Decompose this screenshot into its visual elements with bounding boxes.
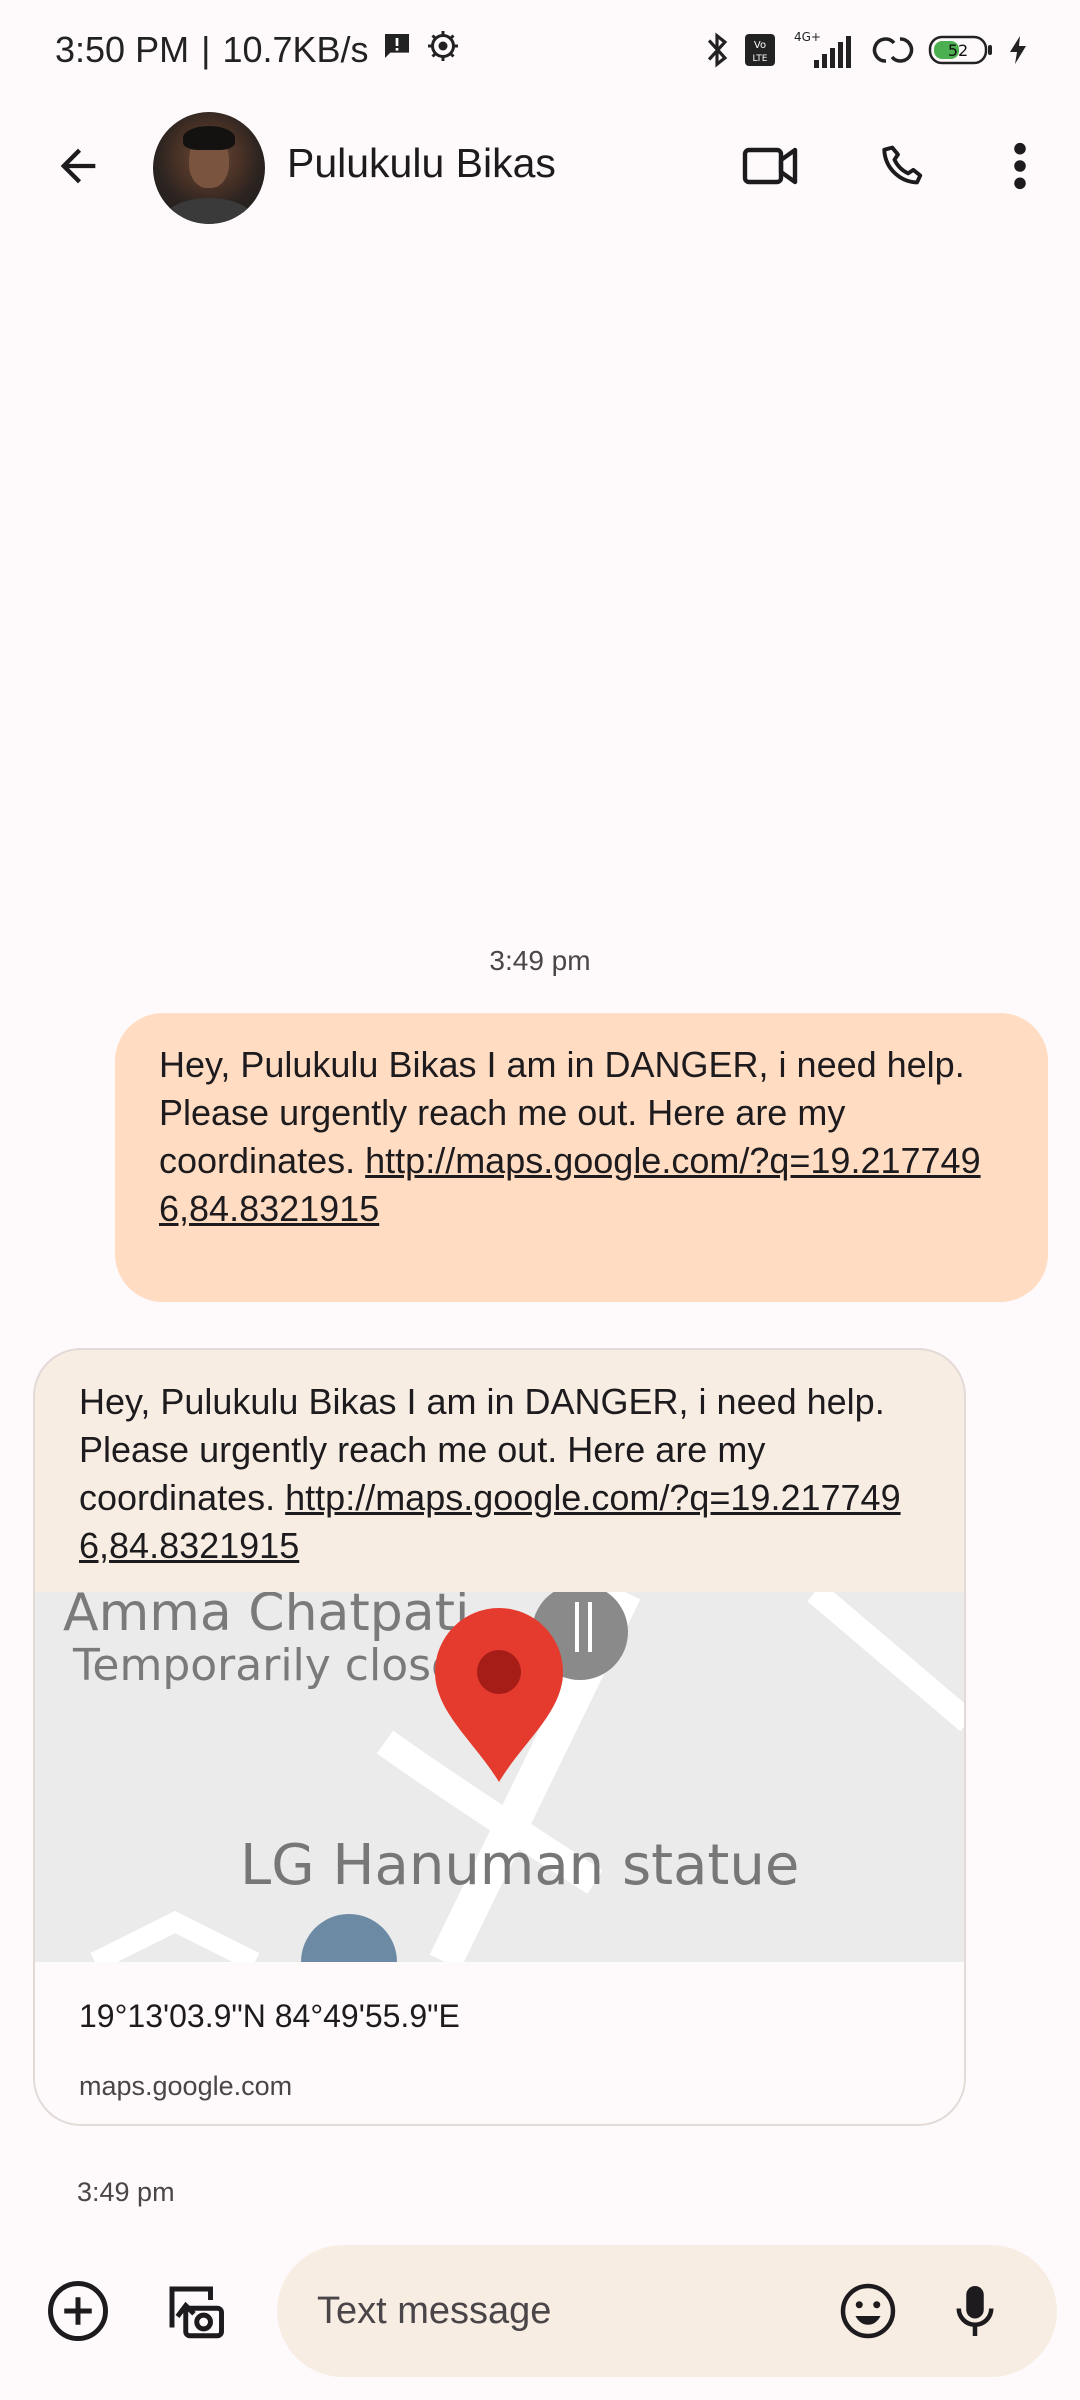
incoming-message-body: Hey, Pulukulu Bikas I am in DANGER, i ne… [35,1350,964,1592]
charging-icon [1008,34,1028,66]
status-time: 3:50 PM [55,29,190,70]
avatar[interactable] [153,112,265,224]
svg-text:LTE: LTE [753,54,768,64]
status-left: 3:50 PM | 10.7KB/s [55,28,461,73]
voice-input-button[interactable] [939,2275,1011,2347]
settings-notification-icon [425,28,461,73]
video-call-button[interactable] [735,130,807,202]
video-camera-icon [742,147,798,185]
phone-icon [882,145,923,185]
network-type-label: 4G+ [794,30,821,44]
contact-name[interactable]: Pulukulu Bikas [287,140,556,187]
map-place-2: LG Hanuman statue [240,1833,799,1898]
text-message-input[interactable] [317,2285,817,2337]
bluetooth-icon [704,31,730,69]
add-attachment-button[interactable] [42,2275,114,2347]
avatar-shirt [163,198,255,224]
compose-field[interactable] [277,2245,1057,2377]
battery-level: 52 [948,41,968,60]
more-options-button[interactable] [984,130,1056,202]
status-right: Vo LTE 4G+ 52 [704,30,1028,70]
photo-camera-icon [169,2286,224,2339]
map-preview[interactable]: Amma Chatpati Temporarily closed LG Hanu… [35,1592,964,1962]
more-vert-icon [1014,142,1026,190]
status-separator: | [201,29,211,70]
map-place-1-status: Temporarily closed [72,1640,486,1691]
status-net-speed: 10.7KB/s [222,29,369,70]
emoji-button[interactable] [832,2275,904,2347]
map-place-1: Amma Chatpati [63,1592,470,1643]
map-domain: maps.google.com [79,2071,293,2101]
map-link-footer[interactable]: 19°13'03.9"N 84°49'55.9"E maps.google.co… [35,1962,964,2124]
top-app-bar: Pulukulu Bikas [0,100,1080,235]
status-bar: 3:50 PM | 10.7KB/s Vo LTE 4G+ 52 [0,0,1080,100]
outgoing-message-bubble[interactable]: Hey, Pulukulu Bikas I am in DANGER, i ne… [115,1013,1048,1302]
voice-call-button[interactable] [868,130,940,202]
avatar-hair [183,126,235,150]
back-arrow-icon [60,148,96,184]
time-divider: 3:49 pm [489,945,591,976]
back-button[interactable] [42,130,114,202]
map-coordinates: 19°13'03.9"N 84°49'55.9"E [79,1998,460,2034]
emoji-icon [840,2283,896,2339]
signal-icon: 4G+ [790,30,858,70]
gallery-button[interactable] [158,2275,230,2347]
map-image: Amma Chatpati Temporarily closed LG Hanu… [35,1592,964,1962]
svg-text:Vo: Vo [754,40,766,51]
hotspot-link-icon [872,33,914,67]
volte-icon: Vo LTE [744,33,776,67]
incoming-message-time: 3:49 pm [77,2177,175,2207]
message-notification-icon [381,29,413,71]
battery-icon: 52 [928,34,994,66]
add-circle-icon [48,2281,108,2341]
incoming-message-bubble[interactable]: Hey, Pulukulu Bikas I am in DANGER, i ne… [33,1348,966,2126]
mic-icon [956,2286,994,2336]
